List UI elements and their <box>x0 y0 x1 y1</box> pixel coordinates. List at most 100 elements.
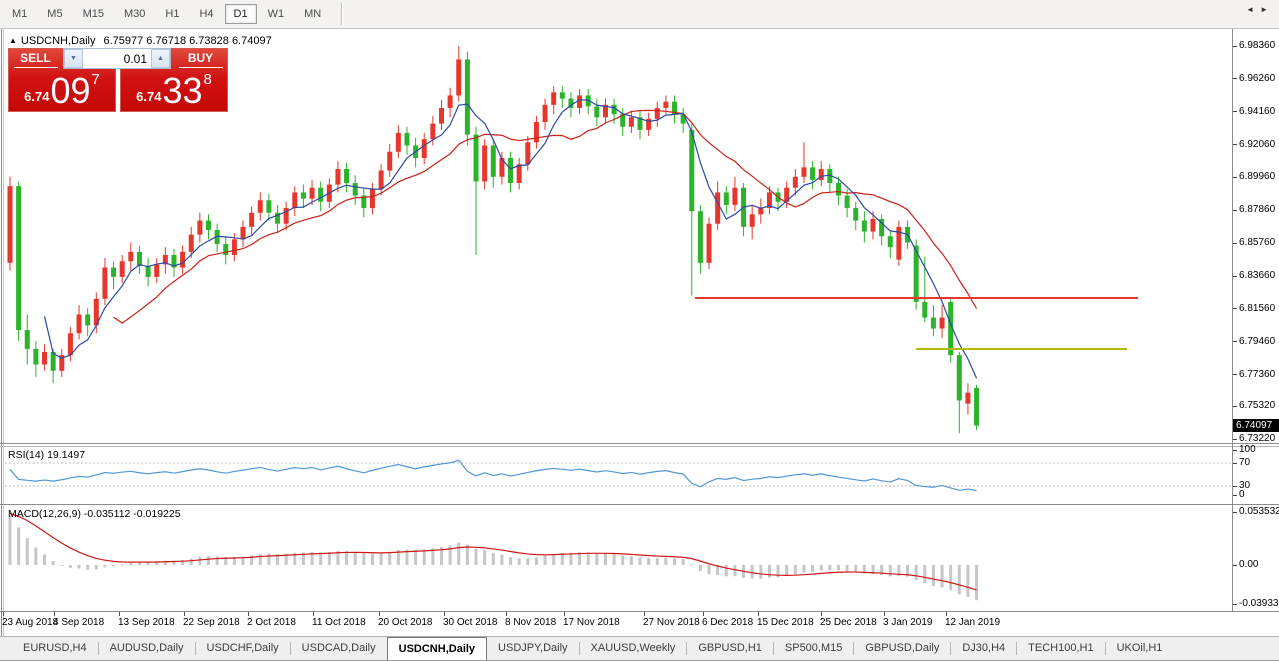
chart-tab-xauusd-weekly[interactable]: XAUUSD,Weekly <box>580 637 687 660</box>
candle-body <box>59 355 64 371</box>
timeframe-toolbar: M1M5M15M30H1H4D1W1MN <box>0 0 1279 29</box>
candle-body <box>474 135 479 182</box>
volume-decrease-button[interactable]: ▼ <box>64 49 83 68</box>
rsi-tick-label: 100 <box>1239 444 1256 455</box>
symbol-period-label: USDCNH,Daily <box>21 35 96 47</box>
candle-body <box>128 252 133 261</box>
chart-tab-usdcad-daily[interactable]: USDCAD,Daily <box>291 637 387 660</box>
buy-price-pip: 8 <box>204 71 212 88</box>
candle-body <box>871 219 876 232</box>
candle-body <box>974 388 979 426</box>
buy-button[interactable]: BUY <box>173 51 228 65</box>
price-tick-mark <box>1233 308 1237 309</box>
timeframe-button-m5[interactable]: M5 <box>38 4 71 24</box>
candle-body <box>318 188 323 202</box>
candle-body <box>801 167 806 176</box>
date-tick-mark <box>248 612 249 616</box>
date-label: 15 Dec 2018 <box>757 617 814 628</box>
candle-body <box>292 192 297 208</box>
chart-tab-usdjpy-daily[interactable]: USDJPY,Daily <box>487 637 579 660</box>
candle-body <box>931 318 936 329</box>
price-tick-label: 6.92060 <box>1239 139 1275 150</box>
candle-body <box>672 102 677 115</box>
macd-tick-mark <box>1233 512 1237 513</box>
timeframe-button-m1[interactable]: M1 <box>3 4 36 24</box>
candle-body <box>784 188 789 202</box>
sell-button[interactable]: SELL <box>8 51 63 65</box>
candle-body <box>776 192 781 201</box>
timeframe-button-m15[interactable]: M15 <box>74 4 113 24</box>
candle-body <box>102 268 107 299</box>
collapse-triangle-icon[interactable]: ▲ <box>9 36 17 45</box>
candle-body <box>845 196 850 209</box>
candle-body <box>793 177 798 188</box>
rsi-macd-separator[interactable] <box>0 504 1279 505</box>
tab-scroll-right-icon[interactable]: ► <box>1260 5 1274 14</box>
chart-tab-eurusd-h4[interactable]: EURUSD,H4 <box>12 637 98 660</box>
candle-body <box>404 133 409 146</box>
candle-body <box>948 302 953 355</box>
chart-tab-gbpusd-h1[interactable]: GBPUSD,H1 <box>687 637 773 660</box>
candle-body <box>137 252 142 266</box>
date-tick-mark <box>703 612 704 616</box>
date-label: 25 Dec 2018 <box>820 617 877 628</box>
price-tick-mark <box>1233 341 1237 342</box>
tab-scroll-left-icon[interactable]: ◄ <box>1246 5 1260 14</box>
volume-input[interactable] <box>83 49 151 68</box>
chart-tab-usdcnh-daily[interactable]: USDCNH,Daily <box>387 637 487 660</box>
timeframe-button-m30[interactable]: M30 <box>115 4 154 24</box>
candle-body <box>94 299 99 326</box>
date-tick-mark <box>184 612 185 616</box>
chart-tab-usdchf-daily[interactable]: USDCHF,Daily <box>196 637 290 660</box>
price-tick-label: 6.96260 <box>1239 73 1275 84</box>
buy-price[interactable]: 6.74 33 8 <box>120 69 228 112</box>
candle-body <box>482 145 487 181</box>
candle-body <box>301 192 306 198</box>
timeframe-button-h4[interactable]: H4 <box>190 4 222 24</box>
candle-body <box>810 167 815 180</box>
sell-price[interactable]: 6.74 09 7 <box>8 69 116 112</box>
candle-body <box>120 261 125 277</box>
chart-rsi-separator[interactable] <box>0 443 1279 444</box>
window-left-border-inner <box>3 29 4 636</box>
timeframe-button-w1[interactable]: W1 <box>259 4 294 24</box>
chart-tab-ukoil-h1[interactable]: UKOil,H1 <box>1106 637 1174 660</box>
price-tick-mark <box>1233 374 1237 375</box>
macd-tick-label: 0.00 <box>1239 559 1258 570</box>
candle-body <box>215 230 220 244</box>
candle-body <box>456 59 461 95</box>
date-label: 23 Aug 2018 <box>2 617 58 628</box>
macd-tick-label: 0.053532 <box>1239 506 1279 517</box>
candle-body <box>439 108 444 124</box>
timeframe-button-d1[interactable]: D1 <box>225 4 257 24</box>
candle-body <box>310 188 315 199</box>
chart-tab-sp500-m15[interactable]: SP500,M15 <box>774 637 853 660</box>
macd-tick-label: -0.039333 <box>1239 598 1279 609</box>
candle-body <box>732 188 737 205</box>
timeframe-button-mn[interactable]: MN <box>295 4 330 24</box>
candle-body <box>612 105 617 114</box>
date-tick-mark <box>946 612 947 616</box>
timeframe-buttons: M1M5M15M30H1H4D1W1MN <box>2 4 331 24</box>
candle-body <box>422 139 427 158</box>
price-tick-label: 6.73220 <box>1239 433 1275 444</box>
candle-body <box>637 117 642 130</box>
chart-tab-tech100-h1[interactable]: TECH100,H1 <box>1017 637 1104 660</box>
candle-body <box>33 349 38 365</box>
rsi-line <box>10 460 977 490</box>
chart-tab-gbpusd-daily[interactable]: GBPUSD,Daily <box>854 637 950 660</box>
chart-tab-audusd-daily[interactable]: AUDUSD,Daily <box>99 637 195 660</box>
price-tick-label: 6.81560 <box>1239 303 1275 314</box>
candle-body <box>957 355 962 400</box>
date-tick-mark <box>379 612 380 616</box>
price-tick-mark <box>1233 144 1237 145</box>
candle-body <box>853 208 858 221</box>
candle-body <box>16 186 21 330</box>
candle-body <box>508 158 513 183</box>
chart-tab-dj30-h4[interactable]: DJ30,H4 <box>951 637 1016 660</box>
candle-body <box>327 185 332 202</box>
candle-body <box>232 239 237 255</box>
volume-increase-button[interactable]: ▲ <box>151 49 170 68</box>
timeframe-button-h1[interactable]: H1 <box>156 4 188 24</box>
candle-body <box>620 114 625 127</box>
